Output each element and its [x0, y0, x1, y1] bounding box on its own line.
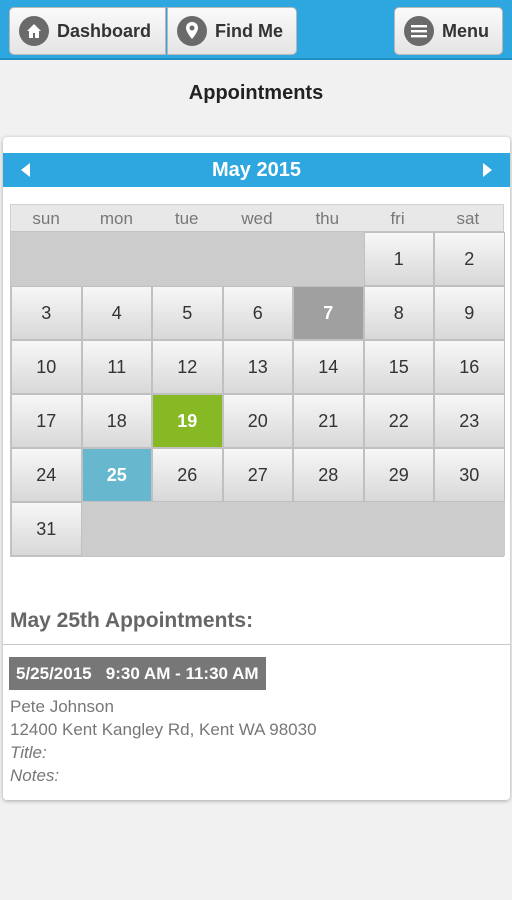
appointment-notes-label: Notes: [10, 766, 60, 785]
find-me-label: Find Me [215, 20, 283, 41]
calendar-day[interactable]: 18 [81, 394, 152, 448]
appointment-datetime-badge[interactable]: 5/25/2015 9:30 AM - 11:30 AM [9, 657, 266, 690]
weekday-label: sun [32, 209, 60, 228]
calendar-empty-cell [11, 232, 364, 286]
calendar-day[interactable]: 1 [363, 232, 434, 286]
calendar-day-with-appointment[interactable]: 19 [152, 394, 223, 448]
dashboard-label: Dashboard [57, 20, 152, 41]
calendar-empty-cell [81, 502, 505, 556]
appointments-heading: May 25th Appointments: [10, 609, 254, 632]
calendar-grid: 1 2 3 4 5 6 7 8 9 10 11 12 13 14 15 16 17 18 19 20 21 22 23 24 2… [10, 231, 505, 557]
calendar-day[interactable]: 4 [81, 286, 152, 340]
weekday-label: wed [241, 209, 273, 228]
page-title: Appointments [188, 82, 324, 104]
dashboard-button[interactable]: Dashboard [9, 7, 166, 55]
appointment-title-label: Title: [10, 743, 47, 762]
calendar-day[interactable]: 31 [11, 502, 82, 556]
calendar-day[interactable]: 20 [222, 394, 293, 448]
calendar-day[interactable]: 23 [434, 394, 505, 448]
calendar-day[interactable]: 22 [363, 394, 434, 448]
menu-button[interactable]: Menu [394, 7, 503, 55]
weekday-label: sat [456, 209, 480, 228]
calendar-day[interactable]: 12 [152, 340, 223, 394]
next-month-icon[interactable] [483, 163, 492, 177]
calendar-day[interactable]: 28 [293, 448, 364, 502]
find-me-button[interactable]: Find Me [167, 7, 297, 55]
calendar-day[interactable]: 3 [11, 286, 82, 340]
calendar-day[interactable]: 8 [363, 286, 434, 340]
prev-month-icon[interactable] [21, 163, 30, 177]
weekday-label: mon [99, 209, 133, 228]
menu-label: Menu [442, 20, 489, 41]
calendar-day[interactable]: 16 [434, 340, 505, 394]
calendar-day[interactable]: 29 [363, 448, 434, 502]
calendar-day[interactable]: 24 [11, 448, 82, 502]
calendar-day[interactable]: 14 [293, 340, 364, 394]
calendar-day-today[interactable]: 7 [293, 286, 364, 340]
weekday-header-row: sun mon tue wed thu fri sat [10, 204, 504, 231]
calendar-day[interactable]: 6 [222, 286, 293, 340]
appointment-address: 12400 Kent Kangley Rd, Kent WA 98030 [10, 720, 317, 739]
calendar-day[interactable]: 15 [363, 340, 434, 394]
weekday-label: fri [390, 209, 405, 228]
calendar: sun mon tue wed thu fri sat 1 2 3 4 5 6 7 8 9 10 1… [10, 204, 505, 557]
divider [3, 644, 510, 645]
calendar-day[interactable]: 27 [222, 448, 293, 502]
appointment-client-name: Pete Johnson [10, 697, 114, 716]
calendar-day[interactable]: 5 [152, 286, 223, 340]
calendar-day[interactable]: 9 [434, 286, 505, 340]
calendar-day-selected[interactable]: 25 [81, 448, 152, 502]
calendar-day[interactable]: 30 [434, 448, 505, 502]
month-label: May 2015 [212, 158, 301, 181]
calendar-day[interactable]: 26 [152, 448, 223, 502]
weekday-label: tue [174, 209, 199, 228]
calendar-day[interactable]: 11 [81, 340, 152, 394]
calendar-header: May 2015 [3, 153, 510, 187]
appointments-card: May 2015 sun mon tue wed thu fri sat 123… [3, 137, 510, 800]
hamburger-icon [404, 16, 434, 46]
top-toolbar: Dashboard Find Me Menu [0, 0, 512, 60]
calendar-day[interactable]: 17 [11, 394, 82, 448]
home-icon [19, 16, 49, 46]
weekday-label: thu [315, 209, 340, 228]
calendar-day[interactable]: 21 [293, 394, 364, 448]
calendar-day[interactable]: 10 [11, 340, 82, 394]
calendar-day[interactable]: 2 [434, 232, 505, 286]
calendar-day[interactable]: 13 [222, 340, 293, 394]
location-pin-icon [177, 16, 207, 46]
